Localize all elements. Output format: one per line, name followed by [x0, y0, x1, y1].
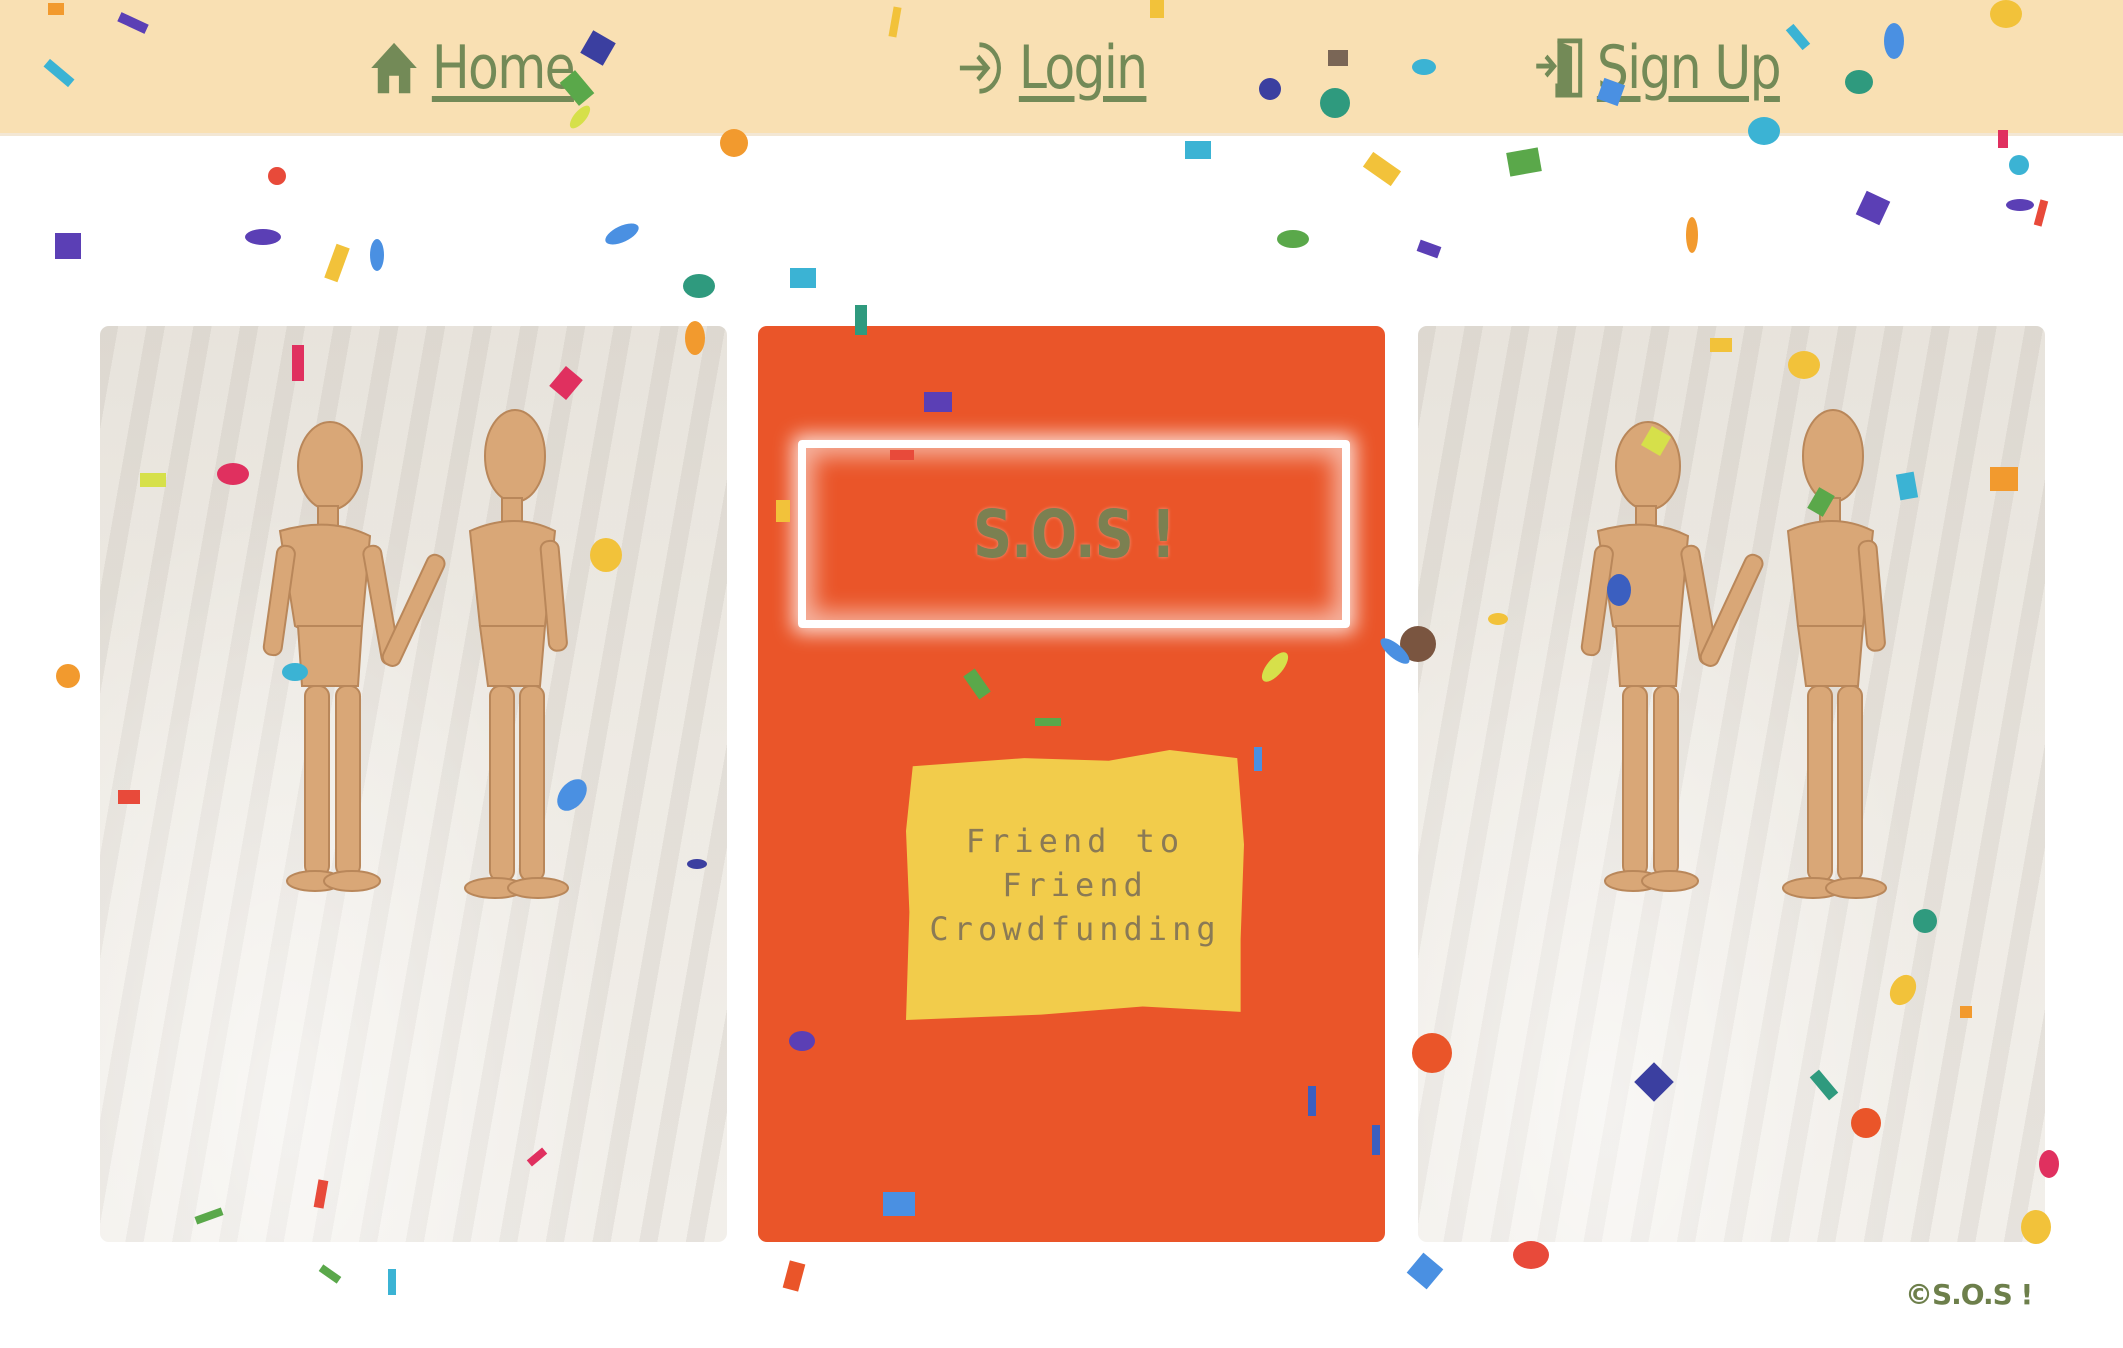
footer-copyright: ©S.O.S !	[1905, 1278, 2033, 1311]
nav-login-link[interactable]: Login	[955, 18, 1148, 118]
tagline-line-1: Friend to Friend	[965, 822, 1185, 904]
sign-in-icon	[959, 42, 1001, 94]
nav-login-label: Login	[1018, 33, 1148, 103]
neon-title-box: S.O.S !	[798, 440, 1350, 628]
nav-signup-link[interactable]: Sign Up	[1533, 18, 1782, 118]
mannequins-photo-left	[100, 326, 727, 1242]
home-icon	[371, 42, 417, 94]
tagline-text: Friend to Friend Crowdfunding	[906, 819, 1244, 951]
mannequins-photo-right	[1418, 326, 2045, 1242]
tagline-line-2: Crowdfunding	[929, 910, 1221, 948]
nav-home-link[interactable]: Home	[368, 18, 576, 118]
brand-title: S.O.S !	[973, 495, 1176, 573]
top-navbar: Home Login Sign Up	[0, 0, 2123, 136]
wooden-mannequins-image	[1580, 409, 1887, 899]
wooden-mannequins-image	[262, 409, 569, 899]
door-enter-icon	[1536, 38, 1583, 98]
nav-signup-label: Sign Up	[1596, 33, 1782, 103]
nav-home-label: Home	[431, 33, 576, 103]
tagline-note: Friend to Friend Crowdfunding	[906, 750, 1244, 1020]
brand-panel: S.O.S ! Friend to Friend Crowdfunding	[758, 326, 1385, 1242]
